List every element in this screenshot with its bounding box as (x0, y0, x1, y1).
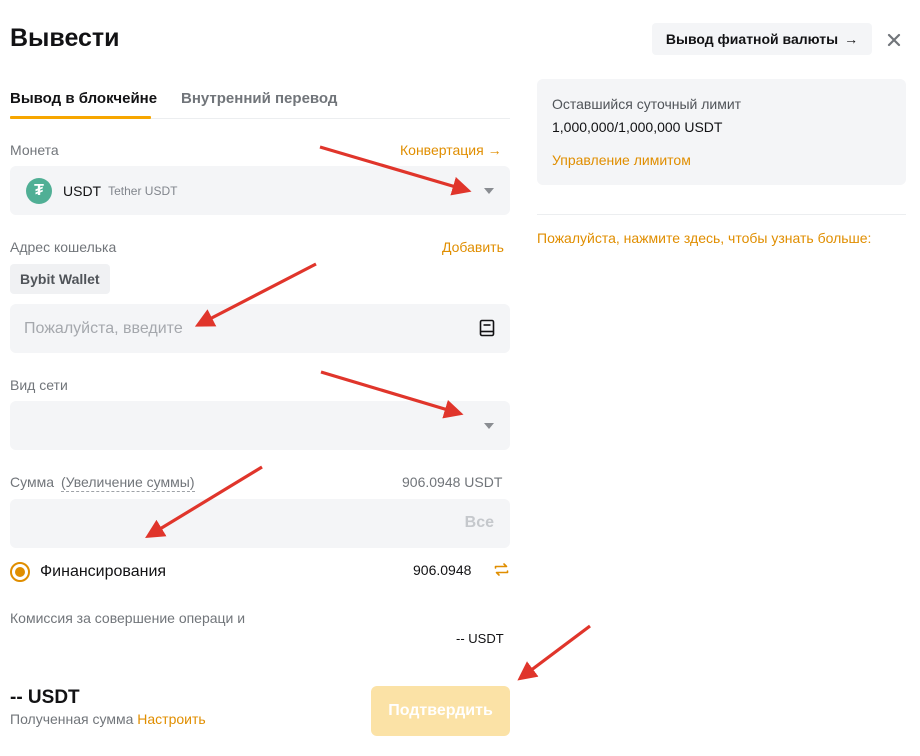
coin-name: Tether USDT (108, 183, 178, 198)
funding-account-label: Финансирования (40, 563, 167, 580)
network-label: Вид сети (10, 377, 68, 393)
received-amount: -- USDT (10, 687, 80, 708)
page-title: Вывести (10, 24, 120, 52)
address-field (10, 304, 510, 353)
transfer-swap-icon[interactable] (493, 561, 510, 578)
daily-limit-value: 1,000,000/1,000,000 USDT (552, 119, 723, 135)
daily-limit-title: Оставшийся суточный лимит (552, 96, 742, 112)
available-balance: 906.0948 USDT (402, 474, 503, 490)
funding-balance: 906.0948 (413, 562, 472, 578)
manage-limit-link[interactable]: Управление лимитом (552, 152, 691, 168)
fee-value: -- USDT (456, 631, 504, 646)
fiat-withdraw-button[interactable]: Вывод фиатной валюты → (652, 23, 872, 55)
address-book-icon[interactable] (479, 319, 495, 337)
funding-radio[interactable] (10, 562, 30, 582)
wallet-address-label: Адрес кошелька (10, 239, 117, 255)
network-select[interactable] (10, 401, 510, 450)
active-tab-indicator (10, 116, 151, 119)
close-icon[interactable] (884, 30, 904, 50)
radio-selected-dot (15, 567, 25, 577)
convert-link[interactable]: Конвертация → (400, 142, 502, 158)
bybit-wallet-chip[interactable]: Bybit Wallet (10, 264, 110, 294)
add-address-link[interactable]: Добавить (442, 239, 504, 255)
received-amount-label: Полученная сумма Настроить (10, 711, 206, 727)
arrow-right-icon: → (844, 31, 859, 47)
amount-label: Сумма (10, 474, 54, 490)
all-button[interactable]: Все (465, 514, 494, 532)
amount-field[interactable]: Все (10, 499, 510, 548)
annotation-arrow (517, 624, 591, 681)
coin-label: Монета (10, 142, 59, 158)
tether-logo-icon: ₮ (26, 177, 52, 204)
coin-select[interactable]: ₮ USDT Tether USDT (10, 166, 510, 215)
learn-more-link[interactable]: Пожалуйста, нажмите здесь, чтобы узнать … (537, 230, 871, 246)
increase-amount-link[interactable]: (Увеличение суммы) (61, 474, 195, 492)
chevron-down-icon (484, 423, 494, 429)
tab-internal-transfer[interactable]: Внутренний перевод (181, 90, 337, 107)
address-input[interactable] (24, 304, 464, 353)
chevron-down-icon (484, 188, 494, 194)
right-divider (537, 214, 906, 215)
adjust-link[interactable]: Настроить (137, 711, 205, 727)
tab-onchain-withdraw[interactable]: Вывод в блокчейне (10, 90, 157, 107)
fiat-withdraw-label: Вывод фиатной валюты (665, 31, 839, 47)
coin-symbol: USDT (63, 182, 102, 199)
confirm-button[interactable]: Подтвердить (371, 686, 510, 736)
fee-label: Комиссия за совершение операци и (10, 610, 246, 626)
